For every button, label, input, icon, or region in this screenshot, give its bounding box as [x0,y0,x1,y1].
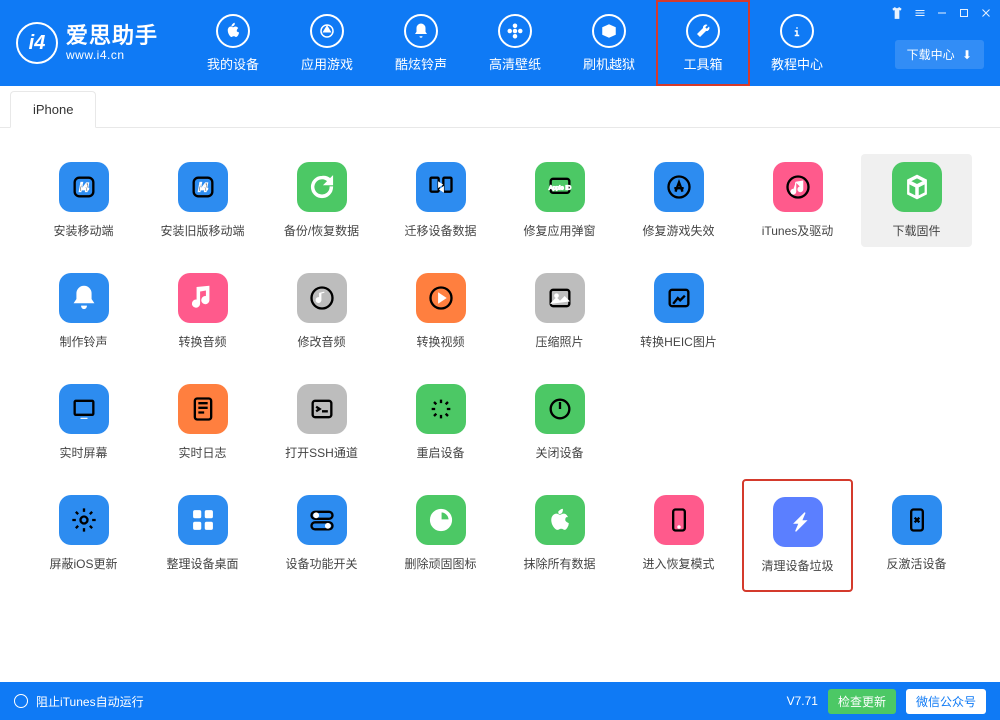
tool-grid-25[interactable]: 整理设备桌面 [147,487,258,584]
tool-image-12[interactable]: 压缩照片 [504,265,615,358]
toggle-icon [297,495,347,545]
tool-appleid-4[interactable]: 修复应用弹窗 [504,154,615,247]
heic-icon [654,273,704,323]
apple-icon [216,14,250,48]
check-update-button[interactable]: 检查更新 [828,689,896,714]
app-name: 爱思助手 [66,24,158,48]
tool-bell-8[interactable]: 制作铃声 [28,265,139,358]
tool-i4-1[interactable]: 安装旧版移动端 [147,154,258,247]
image-icon [535,273,585,323]
tool-ssh-18[interactable]: 打开SSH通道 [266,376,377,469]
grid-icon [178,495,228,545]
menu-icon[interactable] [914,7,926,22]
tool-screen-16[interactable]: 实时屏幕 [28,376,139,469]
tab-iphone[interactable]: iPhone [10,91,96,128]
app-logo: i4 爱思助手 www.i4.cn [16,22,158,64]
tool-i4-0[interactable]: 安装移动端 [28,154,139,247]
tool-device2-31[interactable]: 反激活设备 [861,487,972,584]
screen-icon [59,384,109,434]
tab-bar: iPhone [0,86,1000,128]
app-url: www.i4.cn [66,49,158,62]
nav-box[interactable]: 刷机越狱 [562,0,656,86]
nav-tools[interactable]: 工具箱 [656,0,750,86]
tshirt-icon[interactable] [890,6,904,23]
itunes-block-label[interactable]: 阻止iTunes自动运行 [36,693,144,710]
tool-flash-30[interactable]: 清理设备垃圾 [742,479,853,592]
tool-device-29[interactable]: 进入恢复模式 [623,487,734,584]
bell-icon [404,14,438,48]
bell-icon [59,273,109,323]
tool-cube-7[interactable]: 下载固件 [861,154,972,247]
tool-gear-24[interactable]: 屏蔽iOS更新 [28,487,139,584]
tool-apple2-28[interactable]: 抹除所有数据 [504,487,615,584]
ssh-icon [297,384,347,434]
tools-icon [686,14,720,48]
tool-loading-19[interactable]: 重启设备 [385,376,496,469]
tool-note2-10[interactable]: 修改音频 [266,265,377,358]
loading-icon [416,384,466,434]
apps-icon [310,14,344,48]
download-icon: ⬇ [962,48,972,62]
tool-transfer-3[interactable]: 迁移设备数据 [385,154,496,247]
power-icon [535,384,585,434]
cube-icon [892,162,942,212]
tool-pie-27[interactable]: 删除顽固图标 [385,487,496,584]
nav-bell[interactable]: 酷炫铃声 [374,0,468,86]
content-area: 安装移动端安装旧版移动端备份/恢复数据迁移设备数据修复应用弹窗修复游戏失效iTu… [0,128,1000,676]
tool-appstore-5[interactable]: 修复游戏失效 [623,154,734,247]
play-icon [416,273,466,323]
close-icon[interactable] [980,7,992,22]
tool-power-20[interactable]: 关闭设备 [504,376,615,469]
restore-icon [297,162,347,212]
maximize-icon[interactable] [958,7,970,22]
wechat-button[interactable]: 微信公众号 [906,689,986,714]
flower-icon [498,14,532,48]
box-icon [592,14,626,48]
tool-heic-13[interactable]: 转换HEIC图片 [623,265,734,358]
device2-icon [892,495,942,545]
gear-icon [59,495,109,545]
pie-icon [416,495,466,545]
tool-play-11[interactable]: 转换视频 [385,265,496,358]
i4-icon [178,162,228,212]
logo-icon: i4 [16,22,58,64]
nav-apps[interactable]: 应用游戏 [280,0,374,86]
nav-info[interactable]: 教程中心 [750,0,844,86]
transfer-icon [416,162,466,212]
device-icon [654,495,704,545]
minimize-icon[interactable] [936,7,948,22]
tool-itunes-6[interactable]: iTunes及驱动 [742,154,853,247]
version-label: V7.71 [787,694,818,708]
appleid-icon [535,162,585,212]
window-controls [890,6,992,23]
flash-icon [773,497,823,547]
tool-grid: 安装移动端安装旧版移动端备份/恢复数据迁移设备数据修复应用弹窗修复游戏失效iTu… [28,154,972,584]
main-nav: 我的设备应用游戏酷炫铃声高清壁纸刷机越狱工具箱教程中心 [186,0,844,86]
footer: 阻止iTunes自动运行 V7.71 检查更新 微信公众号 [0,682,1000,720]
tool-log-17[interactable]: 实时日志 [147,376,258,469]
itunes-icon [773,162,823,212]
radio-icon[interactable] [14,694,28,708]
appstore-icon [654,162,704,212]
apple2-icon [535,495,585,545]
tool-note-9[interactable]: 转换音频 [147,265,258,358]
note2-icon [297,273,347,323]
note-icon [178,273,228,323]
nav-flower[interactable]: 高清壁纸 [468,0,562,86]
tool-restore-2[interactable]: 备份/恢复数据 [266,154,377,247]
tool-toggle-26[interactable]: 设备功能开关 [266,487,377,584]
header: i4 爱思助手 www.i4.cn 我的设备应用游戏酷炫铃声高清壁纸刷机越狱工具… [0,0,1000,86]
info-icon [780,14,814,48]
i4-icon [59,162,109,212]
log-icon [178,384,228,434]
download-center-button[interactable]: 下载中心 ⬇ [895,40,984,69]
nav-apple[interactable]: 我的设备 [186,0,280,86]
